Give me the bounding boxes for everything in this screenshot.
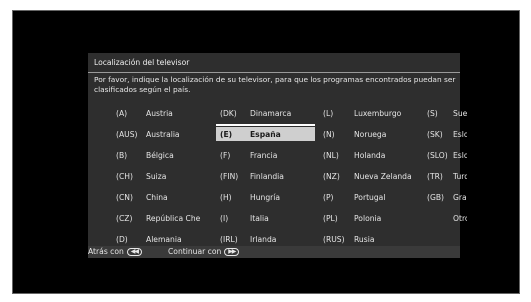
country-code: (CH) <box>116 171 133 181</box>
continue-hint[interactable]: Continuar con ▶▶ <box>168 247 240 256</box>
country-name: Nueva Zelanda <box>354 171 412 181</box>
country-name: Esloven <box>453 150 467 160</box>
country-code: (I) <box>220 213 229 223</box>
country-option[interactable]: (F) Francia <box>216 148 315 162</box>
country-code: (S) <box>427 108 438 118</box>
country-code: (SK) <box>427 129 443 139</box>
country-name: Italia <box>250 213 269 223</box>
country-name: Otros p <box>453 213 467 223</box>
country-code: (FIN) <box>220 171 239 181</box>
country-code: (NL) <box>323 150 339 160</box>
country-option[interactable]: (P) Portugal <box>319 190 418 204</box>
country-code: (CZ) <box>116 213 133 223</box>
country-name: Rusia <box>354 234 375 244</box>
country-name: Francia <box>250 150 278 160</box>
country-name: Suiza <box>146 171 167 181</box>
dialog-description: Por favor, indique la localización de su… <box>94 75 456 94</box>
country-option[interactable]: Otros p <box>423 211 467 225</box>
country-code: (L) <box>323 108 334 118</box>
country-option[interactable]: (S) Suecia <box>423 106 467 120</box>
country-option[interactable]: (SK) Eslovac <box>423 127 467 141</box>
country-code: (B) <box>116 150 128 160</box>
country-code: (P) <box>323 192 334 202</box>
country-option-selected[interactable]: (E) España <box>216 127 315 141</box>
country-name: Australia <box>146 129 180 139</box>
country-option[interactable]: (CH) Suiza <box>112 169 206 183</box>
country-option[interactable]: (FIN) Finlandia <box>216 169 315 183</box>
country-option[interactable]: (CZ) República Che <box>112 211 206 225</box>
country-name: Turquía <box>453 171 467 181</box>
country-option[interactable]: (N) Noruega <box>319 127 418 141</box>
back-hint[interactable]: Atrás con ◀◀ <box>88 247 142 256</box>
country-option[interactable]: (H) Hungría <box>216 190 315 204</box>
tv-screen: Localización del televisor Por favor, in… <box>12 10 520 294</box>
country-option[interactable]: (AUS) Australia <box>112 127 206 141</box>
title-divider <box>88 72 460 73</box>
country-name: Irlanda <box>250 234 277 244</box>
country-option[interactable]: (PL) Polonia <box>319 211 418 225</box>
country-code: (A) <box>116 108 128 118</box>
country-option[interactable]: (DK) Dinamarca <box>216 106 315 120</box>
continue-label: Continuar con <box>168 247 222 256</box>
country-name: Eslovac <box>453 129 467 139</box>
country-name: Finlandia <box>250 171 284 181</box>
country-code: (SLO) <box>427 150 448 160</box>
dialog-footer: Atrás con ◀◀ Continuar con ▶▶ <box>88 246 460 258</box>
country-code: (E) <box>220 129 233 139</box>
country-name: Austria <box>146 108 173 118</box>
country-name: Holanda <box>354 150 386 160</box>
country-option[interactable]: (IRL) Irlanda <box>216 232 315 246</box>
country-code: (NZ) <box>323 171 340 181</box>
country-option[interactable]: (D) Alemania <box>112 232 206 246</box>
country-option[interactable]: (SLO) Esloven <box>423 148 467 162</box>
country-name: Bélgica <box>146 150 174 160</box>
country-option[interactable]: (L) Luxemburgo <box>319 106 418 120</box>
back-label: Atrás con <box>88 247 124 256</box>
country-option[interactable]: (NL) Holanda <box>319 148 418 162</box>
rewind-button-icon: ◀◀ <box>126 247 142 256</box>
country-name: Hungría <box>250 192 281 202</box>
country-code: (F) <box>220 150 231 160</box>
country-name: Suecia <box>453 108 467 118</box>
country-option[interactable]: (I) Italia <box>216 211 315 225</box>
tv-location-dialog: Localización del televisor Por favor, in… <box>88 53 467 258</box>
country-code: (TR) <box>427 171 443 181</box>
fast-forward-button-icon: ▶▶ <box>224 247 240 256</box>
country-option[interactable]: (A) Austria <box>112 106 206 120</box>
country-option[interactable]: (B) Bélgica <box>112 148 206 162</box>
country-option[interactable]: (TR) Turquía <box>423 169 467 183</box>
country-code: (IRL) <box>220 234 238 244</box>
country-option[interactable]: (NZ) Nueva Zelanda <box>319 169 418 183</box>
country-option[interactable]: (RUS) Rusia <box>319 232 418 246</box>
country-name: Gran Br <box>453 192 467 202</box>
country-name: Alemania <box>146 234 182 244</box>
country-code: (RUS) <box>323 234 345 244</box>
country-name: China <box>146 192 168 202</box>
selection-cursor <box>216 124 315 126</box>
dialog-title: Localización del televisor <box>94 58 190 67</box>
country-code: (H) <box>220 192 232 202</box>
country-name: República Che <box>146 213 201 223</box>
country-code: (N) <box>323 129 335 139</box>
country-code: (GB) <box>427 192 445 202</box>
country-name: Polonia <box>354 213 382 223</box>
country-grid: (A) Austria (AUS) Australia (B) Bélgica (CH) Su… <box>88 106 467 254</box>
country-name: Noruega <box>354 129 387 139</box>
country-option[interactable]: (GB) Gran Br <box>423 190 467 204</box>
country-code: (DK) <box>220 108 237 118</box>
country-code: (CN) <box>116 192 133 202</box>
country-option[interactable]: (CN) China <box>112 190 206 204</box>
country-code: (D) <box>116 234 128 244</box>
country-name: España <box>250 129 281 139</box>
country-name: Dinamarca <box>250 108 292 118</box>
country-name: Portugal <box>354 192 386 202</box>
country-name: Luxemburgo <box>354 108 402 118</box>
country-code: (AUS) <box>116 129 138 139</box>
country-code: (PL) <box>323 213 338 223</box>
